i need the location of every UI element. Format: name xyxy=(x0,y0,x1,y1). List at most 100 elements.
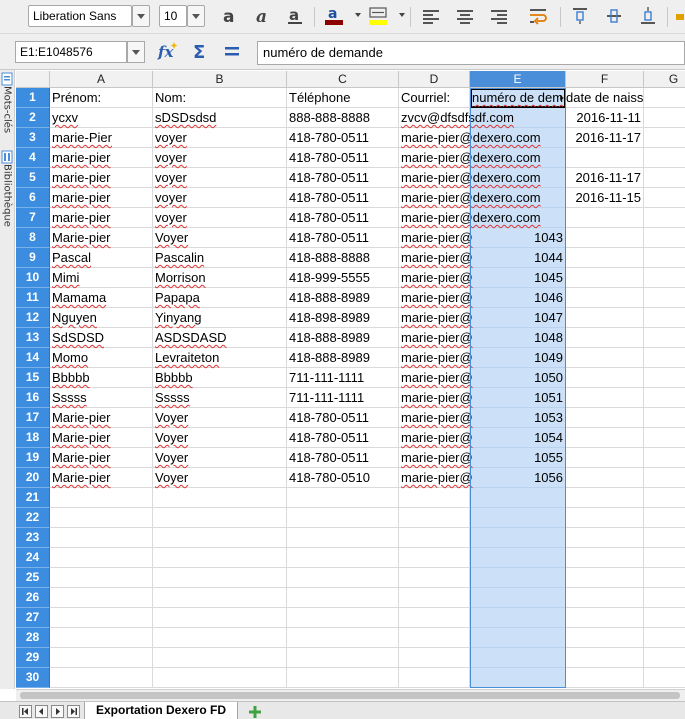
row-header[interactable]: 14 xyxy=(16,348,50,368)
cell[interactable]: Mamama xyxy=(50,288,153,308)
cell[interactable]: 1056 xyxy=(470,468,566,488)
cell[interactable] xyxy=(50,608,153,628)
cell[interactable]: 418-780-0511 xyxy=(287,208,399,228)
cell[interactable] xyxy=(399,488,470,508)
column-header-b[interactable]: B xyxy=(153,71,287,88)
cell[interactable] xyxy=(470,488,566,508)
function-wizard-icon[interactable]: fx xyxy=(156,40,180,62)
cell[interactable] xyxy=(644,248,685,268)
cell[interactable]: 418-888-8989 xyxy=(287,348,399,368)
row-header[interactable]: 28 xyxy=(16,628,50,648)
wrap-text-icon[interactable] xyxy=(527,5,551,27)
row-header[interactable]: 29 xyxy=(16,648,50,668)
cell[interactable]: marie-pier@ xyxy=(399,388,473,408)
row-header[interactable]: 25 xyxy=(16,568,50,588)
row-header[interactable]: 19 xyxy=(16,448,50,468)
column-header-g[interactable]: G xyxy=(644,71,685,88)
row-header[interactable]: 23 xyxy=(16,528,50,548)
sum-icon[interactable]: Σ xyxy=(188,40,212,62)
cell[interactable]: Voyer xyxy=(153,468,287,488)
cell[interactable] xyxy=(644,648,685,668)
cell[interactable]: Voyer xyxy=(153,228,287,248)
cell[interactable] xyxy=(153,628,287,648)
underline-icon[interactable]: a xyxy=(283,5,307,27)
row-header[interactable]: 20 xyxy=(16,468,50,488)
cell[interactable] xyxy=(566,388,644,408)
cell[interactable] xyxy=(399,528,470,548)
cell[interactable]: Yinyang xyxy=(153,308,287,328)
cell[interactable] xyxy=(644,508,685,528)
row-header[interactable]: 27 xyxy=(16,608,50,628)
cell[interactable]: Marie-pier xyxy=(50,408,153,428)
cell[interactable]: 2016-11-17 xyxy=(566,168,644,188)
cell[interactable] xyxy=(644,328,685,348)
cell[interactable]: 711-111-1111 xyxy=(287,368,399,388)
cell[interactable]: 418-780-0511 xyxy=(287,148,399,168)
column-header-d[interactable]: D xyxy=(399,71,470,88)
cell[interactable] xyxy=(287,608,399,628)
row-header[interactable]: 26 xyxy=(16,588,50,608)
cell[interactable] xyxy=(153,548,287,568)
cell[interactable] xyxy=(470,628,566,648)
cell[interactable]: Marie-pier xyxy=(50,428,153,448)
cell[interactable] xyxy=(287,488,399,508)
cell[interactable]: 1055 xyxy=(470,448,566,468)
cell[interactable]: Sssss xyxy=(50,388,153,408)
cell[interactable]: 711-111-1111 xyxy=(287,388,399,408)
cell[interactable] xyxy=(287,668,399,688)
cell[interactable]: marie-Pier xyxy=(50,128,153,148)
row-header[interactable]: 9 xyxy=(16,248,50,268)
cell[interactable]: 2016-11-11 xyxy=(566,108,644,128)
cell[interactable]: 2016-11-15 xyxy=(566,188,644,208)
cell[interactable] xyxy=(153,508,287,528)
cell[interactable]: marie-pier@dexero.com xyxy=(399,188,541,208)
cell[interactable] xyxy=(470,548,566,568)
cell[interactable]: 1048 xyxy=(470,328,566,348)
highlight-icon[interactable] xyxy=(366,5,390,27)
cell[interactable] xyxy=(644,628,685,648)
row-header[interactable]: 17 xyxy=(16,408,50,428)
cell[interactable]: Pascal xyxy=(50,248,153,268)
cell[interactable] xyxy=(566,548,644,568)
row-header[interactable]: 16 xyxy=(16,388,50,408)
cell[interactable] xyxy=(644,468,685,488)
cell[interactable] xyxy=(644,448,685,468)
row-header[interactable]: 5 xyxy=(16,168,50,188)
row-header[interactable]: 24 xyxy=(16,548,50,568)
cell[interactable] xyxy=(399,668,470,688)
cell[interactable]: marie-pier@ xyxy=(399,428,473,448)
column-header-f[interactable]: F xyxy=(566,71,644,88)
cell[interactable]: 418-780-0510 xyxy=(287,468,399,488)
cell[interactable] xyxy=(566,368,644,388)
cell[interactable] xyxy=(566,648,644,668)
cell[interactable]: marie-pier xyxy=(50,188,153,208)
align-center-icon[interactable] xyxy=(453,5,477,27)
cell[interactable] xyxy=(50,488,153,508)
cell[interactable] xyxy=(566,468,644,488)
name-box[interactable]: E1:E1048576 xyxy=(15,41,127,63)
cell[interactable]: Bbbbb xyxy=(153,368,287,388)
cell[interactable] xyxy=(566,568,644,588)
cell[interactable]: 418-780-0511 xyxy=(287,168,399,188)
align-right-icon[interactable] xyxy=(487,5,511,27)
cell[interactable]: marie-pier@ xyxy=(399,228,473,248)
cell[interactable]: 1043 xyxy=(470,228,566,248)
spreadsheet-grid[interactable]: ABCDEFG 1 Prénom: Nom: Téléphone Courriel: nu… xyxy=(16,71,685,688)
cell[interactable] xyxy=(566,508,644,528)
horizontal-scrollbar[interactable] xyxy=(16,689,685,701)
cell[interactable]: marie-pier xyxy=(50,208,153,228)
cell[interactable] xyxy=(470,568,566,588)
cell[interactable] xyxy=(470,608,566,628)
row-header[interactable]: 13 xyxy=(16,328,50,348)
align-middle-icon[interactable] xyxy=(602,5,626,27)
row-header[interactable]: 1 xyxy=(16,88,50,108)
cell[interactable] xyxy=(287,568,399,588)
cell[interactable]: sDSDsdsd xyxy=(153,108,287,128)
cell[interactable] xyxy=(644,88,685,108)
cell[interactable]: voyer xyxy=(153,148,287,168)
row-header[interactable]: 22 xyxy=(16,508,50,528)
cell[interactable] xyxy=(153,668,287,688)
cell[interactable]: marie-pier@ xyxy=(399,328,473,348)
cell[interactable]: 1047 xyxy=(470,308,566,328)
cell[interactable] xyxy=(470,508,566,528)
